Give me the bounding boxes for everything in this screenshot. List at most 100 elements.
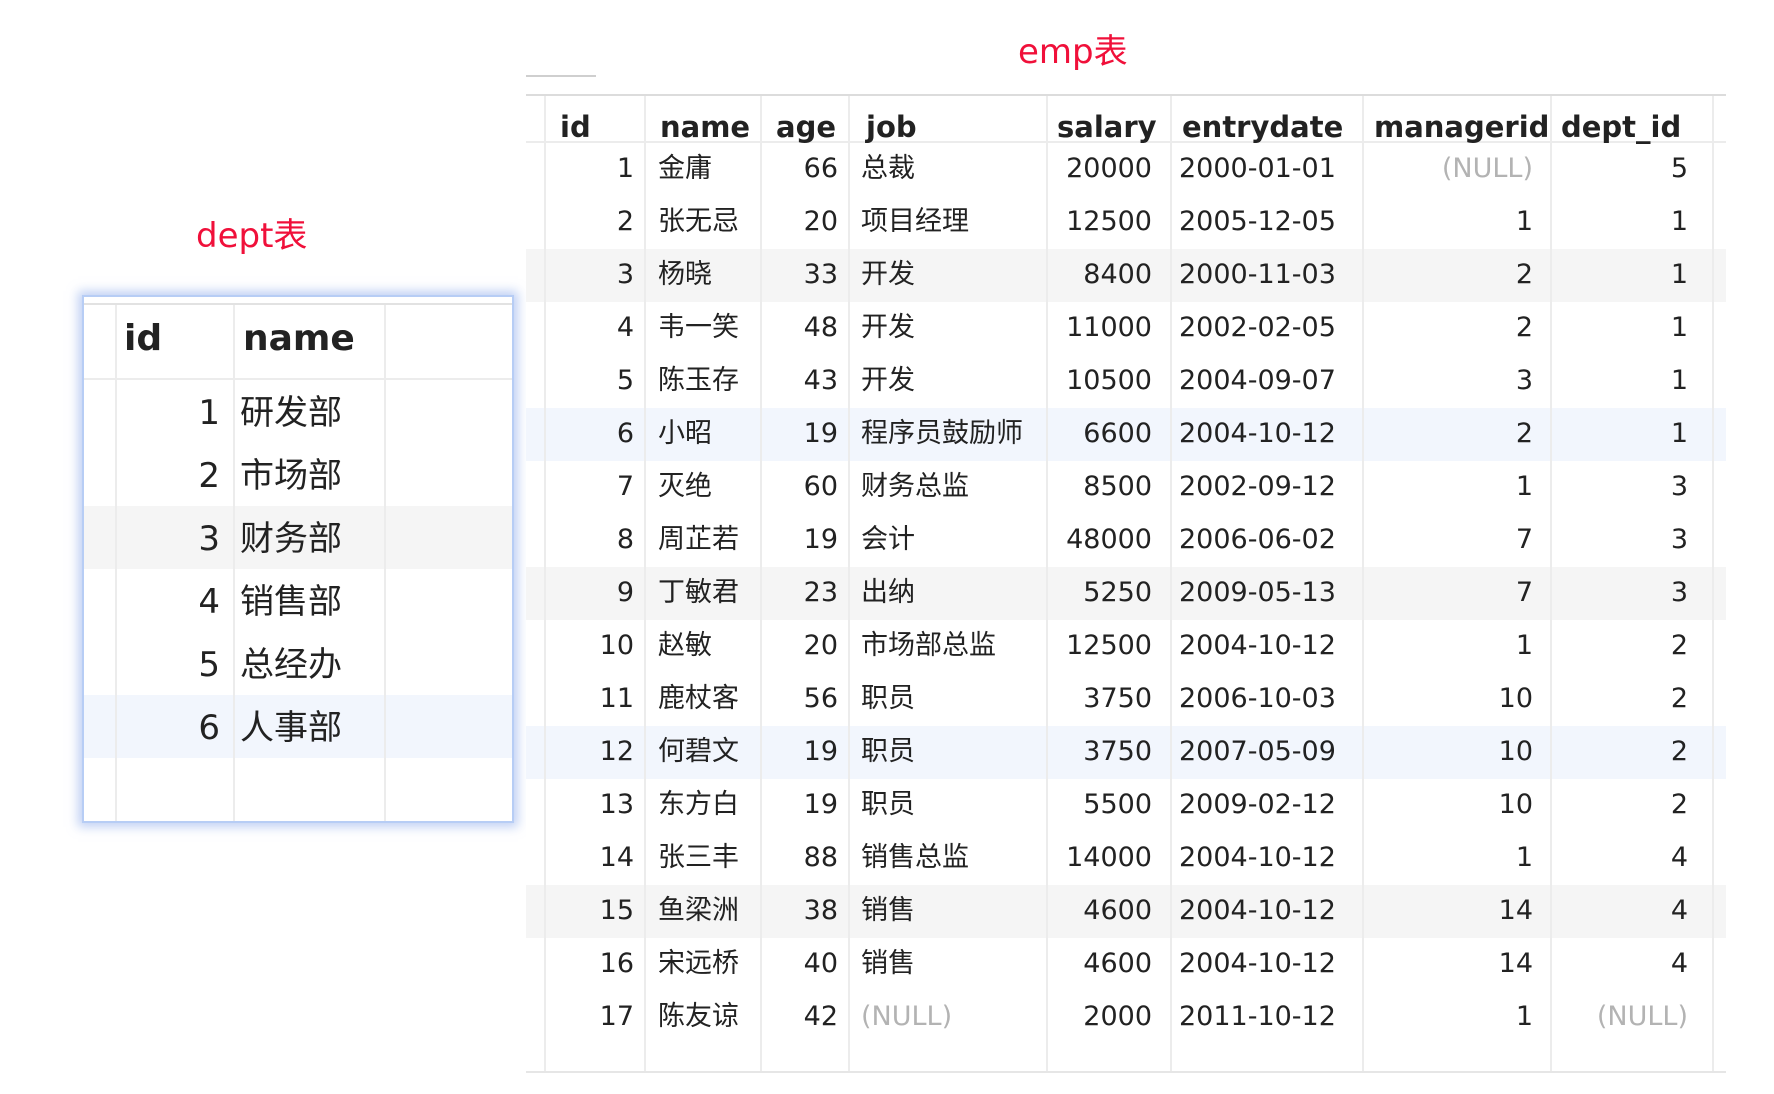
cell-entrydate[interactable]: 2004-10-12 xyxy=(1179,893,1336,929)
cell-age[interactable]: 19 xyxy=(804,734,838,770)
cell-id[interactable]: 3 xyxy=(617,257,634,293)
table-row[interactable]: 14 张三丰 88 销售总监 14000 2004-10-12 1 4 xyxy=(526,832,1726,885)
column-header-managerid[interactable]: managerid xyxy=(1374,109,1549,145)
cell-name[interactable]: 杨晓 xyxy=(658,257,712,293)
cell-id[interactable]: 2 xyxy=(617,204,634,240)
cell-entrydate[interactable]: 2006-10-03 xyxy=(1179,681,1336,717)
emp-table[interactable]: id name age job salary entrydate managerid dept… xyxy=(526,75,1726,1073)
cell-age[interactable]: 33 xyxy=(804,257,838,293)
cell-managerid[interactable]: 2 xyxy=(1516,416,1533,452)
column-header-job[interactable]: job xyxy=(866,109,917,145)
cell-managerid[interactable]: 1 xyxy=(1516,469,1533,505)
cell-managerid[interactable]: 10 xyxy=(1499,787,1533,823)
cell-name[interactable]: 周芷若 xyxy=(658,522,739,558)
cell-id[interactable]: 14 xyxy=(600,840,634,876)
cell-managerid[interactable]: 7 xyxy=(1516,575,1533,611)
cell-name[interactable]: 灭绝 xyxy=(658,469,712,505)
cell-job[interactable]: 销售总监 xyxy=(861,840,969,876)
cell-managerid[interactable]: 10 xyxy=(1499,734,1533,770)
cell-name[interactable]: 张无忌 xyxy=(658,204,739,240)
cell-entrydate[interactable]: 2005-12-05 xyxy=(1179,204,1336,240)
cell-id[interactable]: 12 xyxy=(600,734,634,770)
table-row[interactable]: 7 灭绝 60 财务总监 8500 2002-09-12 1 3 xyxy=(526,461,1726,514)
cell-id[interactable]: 13 xyxy=(600,787,634,823)
cell-entrydate[interactable]: 2009-05-13 xyxy=(1179,575,1336,611)
cell-job[interactable]: 销售 xyxy=(861,893,915,929)
cell-dept-id[interactable]: 2 xyxy=(1671,628,1688,664)
cell-dept-id[interactable]: 1 xyxy=(1671,363,1688,399)
cell-entrydate[interactable]: 2006-06-02 xyxy=(1179,522,1336,558)
table-row[interactable]: 17 陈友谅 42 (NULL) 2000 2011-10-12 1 (NULL) xyxy=(526,991,1726,1044)
table-row[interactable]: 6 人事部 xyxy=(84,695,512,758)
cell-salary[interactable]: 8500 xyxy=(1083,469,1152,505)
cell-age[interactable]: 40 xyxy=(804,946,838,982)
cell-dept-id[interactable]: 1 xyxy=(1671,257,1688,293)
table-row[interactable]: 1 金庸 66 总裁 20000 2000-01-01 (NULL) 5 xyxy=(526,143,1726,196)
cell-dept-id[interactable]: (NULL) xyxy=(1597,999,1688,1035)
dept-table[interactable]: id name 1 研发部 2 市场部 3 财务部 4 销售部 5 总经办 6 人事部 xyxy=(82,295,514,823)
cell-salary[interactable]: 2000 xyxy=(1083,999,1152,1035)
cell-name[interactable]: 何碧文 xyxy=(658,734,739,770)
cell-job[interactable]: 财务总监 xyxy=(861,469,969,505)
cell-entrydate[interactable]: 2004-09-07 xyxy=(1179,363,1336,399)
cell-job[interactable]: 开发 xyxy=(861,310,915,346)
cell-dept-id[interactable]: 2 xyxy=(1671,787,1688,823)
cell-age[interactable]: 60 xyxy=(804,469,838,505)
cell-managerid[interactable]: 2 xyxy=(1516,257,1533,293)
cell-managerid[interactable]: 7 xyxy=(1516,522,1533,558)
cell-job[interactable]: 销售 xyxy=(861,946,915,982)
cell-salary[interactable]: 11000 xyxy=(1066,310,1152,346)
cell-salary[interactable]: 8400 xyxy=(1083,257,1152,293)
table-row[interactable]: 10 赵敏 20 市场部总监 12500 2004-10-12 1 2 xyxy=(526,620,1726,673)
cell-salary[interactable]: 5250 xyxy=(1083,575,1152,611)
cell-id[interactable]: 11 xyxy=(600,681,634,717)
cell-job[interactable]: (NULL) xyxy=(861,999,952,1035)
cell-salary[interactable]: 14000 xyxy=(1066,840,1152,876)
cell-name[interactable]: 张三丰 xyxy=(658,840,739,876)
cell-managerid[interactable]: 2 xyxy=(1516,310,1533,346)
cell-id[interactable]: 9 xyxy=(617,575,634,611)
table-row[interactable]: 5 总经办 xyxy=(84,632,512,695)
cell-name[interactable]: 陈玉存 xyxy=(658,363,739,399)
table-row[interactable]: 8 周芷若 19 会计 48000 2006-06-02 7 3 xyxy=(526,514,1726,567)
cell-entrydate[interactable]: 2007-05-09 xyxy=(1179,734,1336,770)
cell-age[interactable]: 66 xyxy=(804,151,838,187)
table-row[interactable]: 6 小昭 19 程序员鼓励师 6600 2004-10-12 2 1 xyxy=(526,408,1726,461)
table-row[interactable]: 5 陈玉存 43 开发 10500 2004-09-07 3 1 xyxy=(526,355,1726,408)
cell-id[interactable]: 6 xyxy=(617,416,634,452)
cell-job[interactable]: 会计 xyxy=(861,522,915,558)
cell-entrydate[interactable]: 2000-11-03 xyxy=(1179,257,1336,293)
cell-job[interactable]: 市场部总监 xyxy=(861,628,996,664)
cell-name[interactable]: 赵敏 xyxy=(658,628,712,664)
table-row[interactable]: 11 鹿杖客 56 职员 3750 2006-10-03 10 2 xyxy=(526,673,1726,726)
cell-age[interactable]: 38 xyxy=(804,893,838,929)
cell-age[interactable]: 88 xyxy=(804,840,838,876)
cell-dept-id[interactable]: 1 xyxy=(1671,204,1688,240)
cell-id[interactable]: 5 xyxy=(617,363,634,399)
cell-salary[interactable]: 3750 xyxy=(1083,681,1152,717)
cell-age[interactable]: 20 xyxy=(804,204,838,240)
cell-salary[interactable]: 4600 xyxy=(1083,893,1152,929)
cell-name[interactable]: 金庸 xyxy=(658,151,712,187)
cell-salary[interactable]: 12500 xyxy=(1066,204,1152,240)
cell-salary[interactable]: 20000 xyxy=(1066,151,1152,187)
cell-id[interactable]: 4 xyxy=(617,310,634,346)
cell-managerid[interactable]: (NULL) xyxy=(1442,151,1533,187)
cell-name[interactable]: 丁敏君 xyxy=(658,575,739,611)
table-row[interactable]: 2 市场部 xyxy=(84,443,512,506)
cell-id[interactable]: 2 xyxy=(198,456,220,496)
cell-dept-id[interactable]: 5 xyxy=(1671,151,1688,187)
cell-name[interactable]: 韦一笑 xyxy=(658,310,739,346)
cell-entrydate[interactable]: 2000-01-01 xyxy=(1179,151,1336,187)
column-header-entrydate[interactable]: entrydate xyxy=(1182,109,1343,145)
cell-id[interactable]: 3 xyxy=(198,519,220,559)
cell-age[interactable]: 19 xyxy=(804,787,838,823)
cell-managerid[interactable]: 10 xyxy=(1499,681,1533,717)
cell-age[interactable]: 19 xyxy=(804,522,838,558)
column-header-dept_id[interactable]: dept_id xyxy=(1561,109,1681,145)
cell-id[interactable]: 15 xyxy=(600,893,634,929)
cell-entrydate[interactable]: 2004-10-12 xyxy=(1179,946,1336,982)
cell-entrydate[interactable]: 2004-10-12 xyxy=(1179,840,1336,876)
cell-job[interactable]: 项目经理 xyxy=(861,204,969,240)
cell-entrydate[interactable]: 2004-10-12 xyxy=(1179,628,1336,664)
